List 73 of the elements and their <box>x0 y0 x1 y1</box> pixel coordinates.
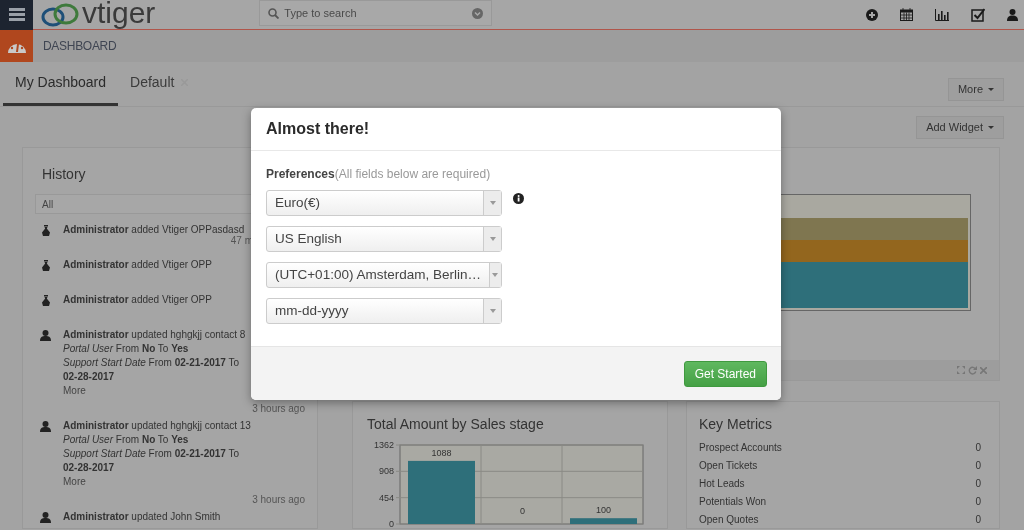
plus-circle-icon[interactable] <box>866 8 878 21</box>
caret-icon <box>489 237 496 241</box>
panel-title: Total Amount by Sales stage <box>367 415 545 434</box>
select-field[interactable]: (UTC+01:00) Amsterdam, Berlin… <box>266 262 502 288</box>
user-icon <box>40 330 51 341</box>
calendar-icon[interactable] <box>900 8 913 21</box>
metric-label: Open Quotes <box>699 513 759 527</box>
metric-value: 0 <box>975 495 981 509</box>
preferences-label: Preferences <box>266 166 335 183</box>
timestamp: 3 hours ago <box>252 402 305 416</box>
menu-button[interactable] <box>0 0 33 30</box>
search-field[interactable]: Type to search <box>259 0 493 26</box>
metric-value: 0 <box>975 513 981 527</box>
panel-title: History <box>42 166 86 182</box>
metric-label: Hot Leads <box>699 477 745 491</box>
timestamp: 3 hours ago <box>252 493 305 507</box>
search-icon <box>268 8 280 19</box>
history-entry: Administrator updated hghgkjj contact 13 <box>63 419 251 433</box>
history-entry: Administrator added Vtiger OPP <box>63 258 212 272</box>
money-bag-icon <box>41 260 50 271</box>
panel-title: Key Metrics <box>699 415 774 434</box>
checkbox-icon[interactable] <box>971 7 985 22</box>
data-label: 1088 <box>431 447 452 458</box>
get-started-button[interactable]: Get Started <box>683 360 767 387</box>
metric-label: Potentials Won <box>699 495 767 509</box>
money-bag-icon <box>41 295 50 306</box>
caret-icon <box>492 273 499 277</box>
caret-icon <box>988 126 994 129</box>
metric-label: Prospect Accounts <box>699 441 782 455</box>
data-label: 100 <box>596 505 611 516</box>
data-label: 0 <box>520 506 525 516</box>
more-button[interactable]: More <box>947 78 1004 101</box>
caret-icon <box>489 309 496 313</box>
history-entry: Administrator updated John Smith <box>63 510 221 524</box>
caret-icon <box>988 88 994 91</box>
chart-bar <box>408 460 475 524</box>
dialog-title: Almost there! <box>266 119 370 139</box>
axis-tick-label: 0 <box>389 519 394 529</box>
logo-text: vtiger <box>82 0 156 27</box>
metric-value: 0 <box>975 459 981 473</box>
more-link[interactable]: More <box>63 385 86 396</box>
history-entry: Administrator added Vtiger OPP <box>63 293 212 307</box>
menu-icon <box>8 8 25 21</box>
history-entry: Administrator updated hghgkjj contact 8 <box>63 328 246 342</box>
change-detail: Portal User From No To Yes <box>63 342 190 356</box>
axis-tick-label: 1362 <box>373 440 394 450</box>
info-icon[interactable] <box>513 193 524 204</box>
axis-tick-label: 454 <box>378 492 394 503</box>
select-field[interactable]: mm-dd-yyyy <box>266 298 502 324</box>
money-bag-icon <box>41 225 50 236</box>
module-title: DASHBOARD <box>43 38 117 55</box>
chart-bar <box>570 518 637 524</box>
required-hint: (All fields below are required) <box>334 166 491 183</box>
change-detail: Support Start Date From 02-21-2017 To 02-28-2017 <box>63 356 241 384</box>
user-icon <box>40 512 51 523</box>
caret-icon <box>489 201 496 205</box>
change-detail: Portal User From No To Yes <box>63 433 190 447</box>
user-icon[interactable] <box>1007 8 1018 21</box>
axis-tick-label: 908 <box>378 466 394 477</box>
cloud-logo-icon <box>40 1 80 28</box>
history-entry: Administrator added Vtiger OPPasdasd <box>63 223 245 236</box>
add-widget-button[interactable]: Add Widget <box>916 116 1004 139</box>
metric-value: 0 <box>975 477 981 491</box>
metric-label: Open Tickets <box>699 459 758 473</box>
user-icon <box>40 421 51 432</box>
dashboard-tab[interactable]: Default <box>118 62 201 106</box>
select-field[interactable]: Euro(€) <box>266 190 502 216</box>
select-field[interactable]: US English <box>266 226 502 252</box>
change-detail: Support Start Date From 02-21-2017 To 02-28-2017 <box>63 447 241 475</box>
more-link[interactable]: More <box>63 476 86 487</box>
bar-chart-icon[interactable] <box>935 8 949 21</box>
metric-value: 0 <box>975 441 981 455</box>
dashboard-tab[interactable]: My Dashboard <box>3 62 119 106</box>
